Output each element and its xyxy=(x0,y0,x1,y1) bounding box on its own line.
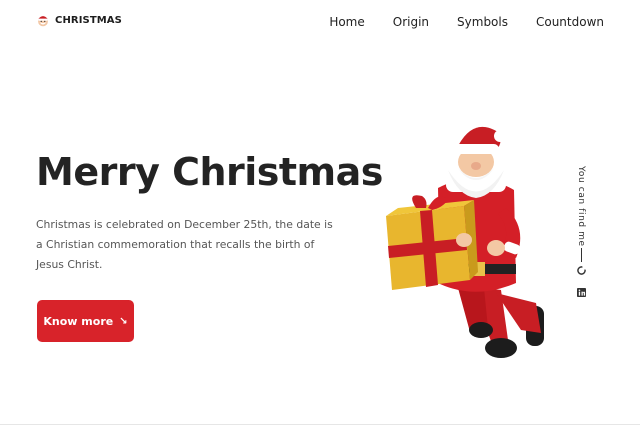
know-more-label: Know more xyxy=(43,314,114,328)
santa-illustration xyxy=(386,126,544,358)
know-more-button[interactable]: Know more ↘ xyxy=(37,300,134,342)
hero-description: Christmas is celebrated on December 25th… xyxy=(36,218,333,271)
social-label: You can find me xyxy=(576,166,586,247)
hero-title: Merry Christmas xyxy=(36,150,383,194)
santa-hat-icon xyxy=(38,16,48,27)
site-header: CHRISTMAS Home Origin Symbols Countdown xyxy=(0,0,640,44)
nav-symbols[interactable]: Symbols xyxy=(457,15,508,29)
github-icon[interactable] xyxy=(577,266,586,275)
nav-countdown[interactable]: Countdown xyxy=(536,15,604,29)
logo[interactable]: CHRISTMAS xyxy=(36,13,122,27)
social-sidebar: You can find me xyxy=(574,166,590,306)
arrow-down-right-icon: ↘ xyxy=(119,315,128,327)
main-nav: Home Origin Symbols Countdown xyxy=(329,15,604,29)
bottom-divider xyxy=(0,424,640,425)
nav-origin[interactable]: Origin xyxy=(393,15,429,29)
nav-home[interactable]: Home xyxy=(329,15,364,29)
social-divider xyxy=(581,248,582,262)
linkedin-icon[interactable] xyxy=(577,288,586,297)
logo-text: CHRISTMAS xyxy=(55,14,122,26)
